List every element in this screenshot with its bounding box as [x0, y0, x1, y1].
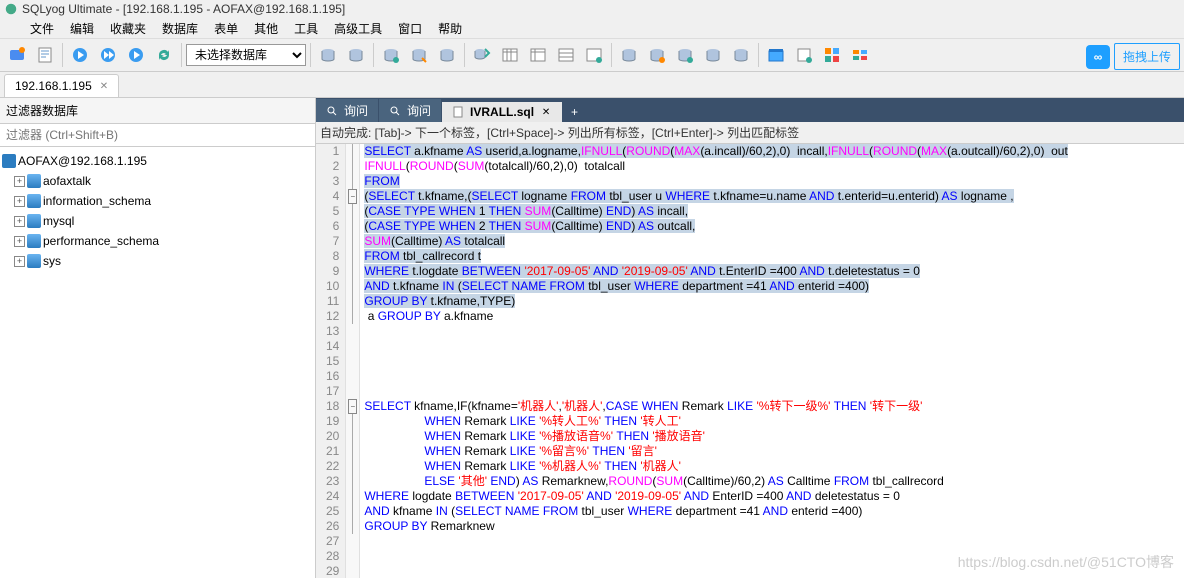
database-tree: AOFAX@192.168.1.195 +aofaxtalk +informat… [0, 147, 315, 275]
tb-icon[interactable] [315, 42, 341, 68]
tb-icon[interactable] [378, 42, 404, 68]
expand-icon[interactable]: + [14, 256, 25, 267]
server-icon [2, 154, 16, 168]
close-icon[interactable]: ✕ [100, 81, 108, 92]
connection-tab-label: 192.168.1.195 [15, 79, 92, 93]
database-selector[interactable]: 未选择数据库 [186, 44, 306, 66]
tb-icon[interactable] [581, 42, 607, 68]
menu-advtools[interactable]: 高级工具 [328, 18, 388, 39]
tb-icon[interactable] [763, 42, 789, 68]
toolbar: 未选择数据库 ∞ 拖拽上传 [0, 38, 1184, 72]
menu-database[interactable]: 数据库 [156, 18, 204, 39]
sidebar: 过滤器数据库 AOFAX@192.168.1.195 +aofaxtalk +i… [0, 98, 316, 578]
tb-icon[interactable] [497, 42, 523, 68]
line-gutter: 1234567891011121314151617181920212223242… [316, 144, 346, 578]
database-icon [27, 214, 41, 228]
expand-icon[interactable]: + [14, 216, 25, 227]
fold-column: −− [346, 144, 360, 578]
window-title: SQLyog Ultimate - [192.168.1.195 - AOFAX… [22, 2, 345, 16]
separator [310, 43, 311, 67]
main-area: 过滤器数据库 AOFAX@192.168.1.195 +aofaxtalk +i… [0, 98, 1184, 578]
tb-icon[interactable] [469, 42, 495, 68]
upload-label: 拖拽上传 [1114, 43, 1180, 70]
expand-icon[interactable]: + [14, 236, 25, 247]
database-icon [27, 254, 41, 268]
autocomplete-hint: 自动完成: [Tab]-> 下一个标签，[Ctrl+Space]-> 列出所有标… [316, 122, 1184, 144]
tree-db[interactable]: +performance_schema [2, 231, 313, 251]
menu-tools[interactable]: 工具 [288, 18, 324, 39]
title-bar: SQLyog Ultimate - [192.168.1.195 - AOFAX… [0, 0, 1184, 18]
menu-edit[interactable]: 编辑 [64, 18, 100, 39]
menu-other[interactable]: 其他 [248, 18, 284, 39]
execute-icon[interactable] [67, 42, 93, 68]
tb-icon[interactable] [406, 42, 432, 68]
connection-tab[interactable]: 192.168.1.195 ✕ [4, 74, 119, 97]
execute-edit-icon[interactable] [123, 42, 149, 68]
tb-icon[interactable] [525, 42, 551, 68]
tree-db[interactable]: +mysql [2, 211, 313, 231]
upload-cloud-icon: ∞ [1086, 45, 1110, 69]
tb-icon[interactable] [819, 42, 845, 68]
code-content[interactable]: SELECT a.kfname AS userid,a.logname,IFNU… [360, 144, 1071, 578]
tree-db[interactable]: +aofaxtalk [2, 171, 313, 191]
menu-bar: 文件 编辑 收藏夹 数据库 表单 其他 工具 高级工具 窗口 帮助 [0, 18, 1184, 38]
tree-db[interactable]: +information_schema [2, 191, 313, 211]
tb-icon[interactable] [728, 42, 754, 68]
editor-tabs: 询问 询问 IVRALL.sql✕ + [316, 98, 1184, 122]
menu-table[interactable]: 表单 [208, 18, 244, 39]
separator [758, 43, 759, 67]
menu-window[interactable]: 窗口 [392, 18, 428, 39]
code-editor[interactable]: 1234567891011121314151617181920212223242… [316, 144, 1184, 578]
tb-icon[interactable] [434, 42, 460, 68]
database-icon [27, 174, 41, 188]
tb-icon[interactable] [553, 42, 579, 68]
new-connection-icon[interactable] [4, 42, 30, 68]
file-icon [452, 106, 464, 118]
menu-help[interactable]: 帮助 [432, 18, 468, 39]
separator [464, 43, 465, 67]
filter-input[interactable] [0, 124, 315, 147]
query-icon [389, 105, 401, 117]
separator [181, 43, 182, 67]
editor-tab[interactable]: 询问 [316, 99, 378, 122]
connection-tabs: 192.168.1.195 ✕ [0, 72, 1184, 98]
tb-icon[interactable] [847, 42, 873, 68]
separator [62, 43, 63, 67]
database-icon [27, 194, 41, 208]
app-icon [4, 2, 18, 16]
add-tab-button[interactable]: + [563, 102, 586, 122]
upload-button[interactable]: ∞ 拖拽上传 [1086, 43, 1180, 70]
editor-pane: 询问 询问 IVRALL.sql✕ + 自动完成: [Tab]-> 下一个标签，… [316, 98, 1184, 578]
tb-icon[interactable] [672, 42, 698, 68]
close-icon[interactable]: ✕ [540, 106, 552, 118]
tb-icon[interactable] [791, 42, 817, 68]
execute-all-icon[interactable] [95, 42, 121, 68]
expand-icon[interactable]: + [14, 196, 25, 207]
editor-tab-active[interactable]: IVRALL.sql✕ [442, 102, 562, 122]
separator [373, 43, 374, 67]
refresh-icon[interactable] [151, 42, 177, 68]
sidebar-header: 过滤器数据库 [0, 98, 315, 124]
expand-icon[interactable]: + [14, 176, 25, 187]
query-icon [326, 105, 338, 117]
editor-tab[interactable]: 询问 [379, 99, 441, 122]
database-icon [27, 234, 41, 248]
tb-icon[interactable] [343, 42, 369, 68]
tb-icon[interactable] [616, 42, 642, 68]
tree-server[interactable]: AOFAX@192.168.1.195 [2, 151, 313, 171]
tree-db[interactable]: +sys [2, 251, 313, 271]
tb-icon[interactable] [700, 42, 726, 68]
menu-file[interactable]: 文件 [24, 18, 60, 39]
menu-favorites[interactable]: 收藏夹 [104, 18, 152, 39]
new-query-icon[interactable] [32, 42, 58, 68]
tb-icon[interactable] [644, 42, 670, 68]
separator [611, 43, 612, 67]
